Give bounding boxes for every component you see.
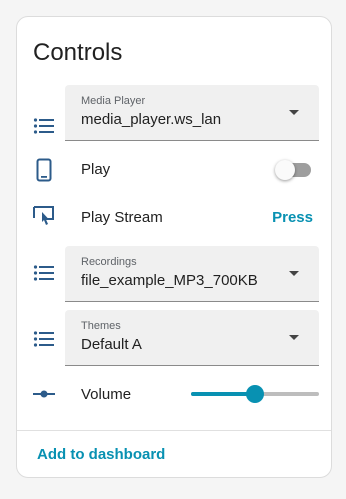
volume-slider[interactable] — [191, 384, 319, 404]
footer-divider — [17, 430, 331, 431]
recordings-label: Recordings — [81, 256, 137, 268]
list-icon — [31, 260, 57, 286]
recordings-select[interactable]: Recordings file_example_MP3_700KB — [65, 246, 319, 302]
cast-tap-icon — [31, 203, 57, 229]
add-to-dashboard-button[interactable]: Add to dashboard — [37, 446, 165, 463]
recordings-value: file_example_MP3_700KB — [81, 272, 258, 289]
play-toggle[interactable] — [275, 160, 313, 180]
dropdown-arrow-icon — [289, 110, 299, 115]
slider-icon — [31, 381, 57, 407]
list-icon — [31, 326, 57, 352]
play-stream-label: Play Stream — [81, 209, 163, 226]
media-player-select[interactable]: Media Player media_player.ws_lan — [65, 85, 319, 141]
toggle-knob — [275, 160, 295, 180]
volume-label: Volume — [81, 386, 132, 403]
themes-value: Default A — [81, 336, 142, 353]
press-button[interactable]: Press — [272, 209, 313, 226]
media-player-label: Media Player — [81, 95, 146, 107]
themes-select[interactable]: Themes Default A — [65, 310, 319, 366]
themes-label: Themes — [81, 320, 121, 332]
card-title: Controls — [33, 39, 123, 66]
dropdown-arrow-icon — [289, 271, 299, 276]
media-player-value: media_player.ws_lan — [81, 111, 222, 128]
play-label: Play — [81, 161, 111, 178]
slider-thumb[interactable] — [246, 385, 264, 403]
mobile-phone-icon — [31, 157, 57, 183]
list-icon — [31, 113, 57, 139]
controls-card: Controls Media Player media_player.ws_la… — [16, 16, 332, 478]
dropdown-arrow-icon — [289, 335, 299, 340]
